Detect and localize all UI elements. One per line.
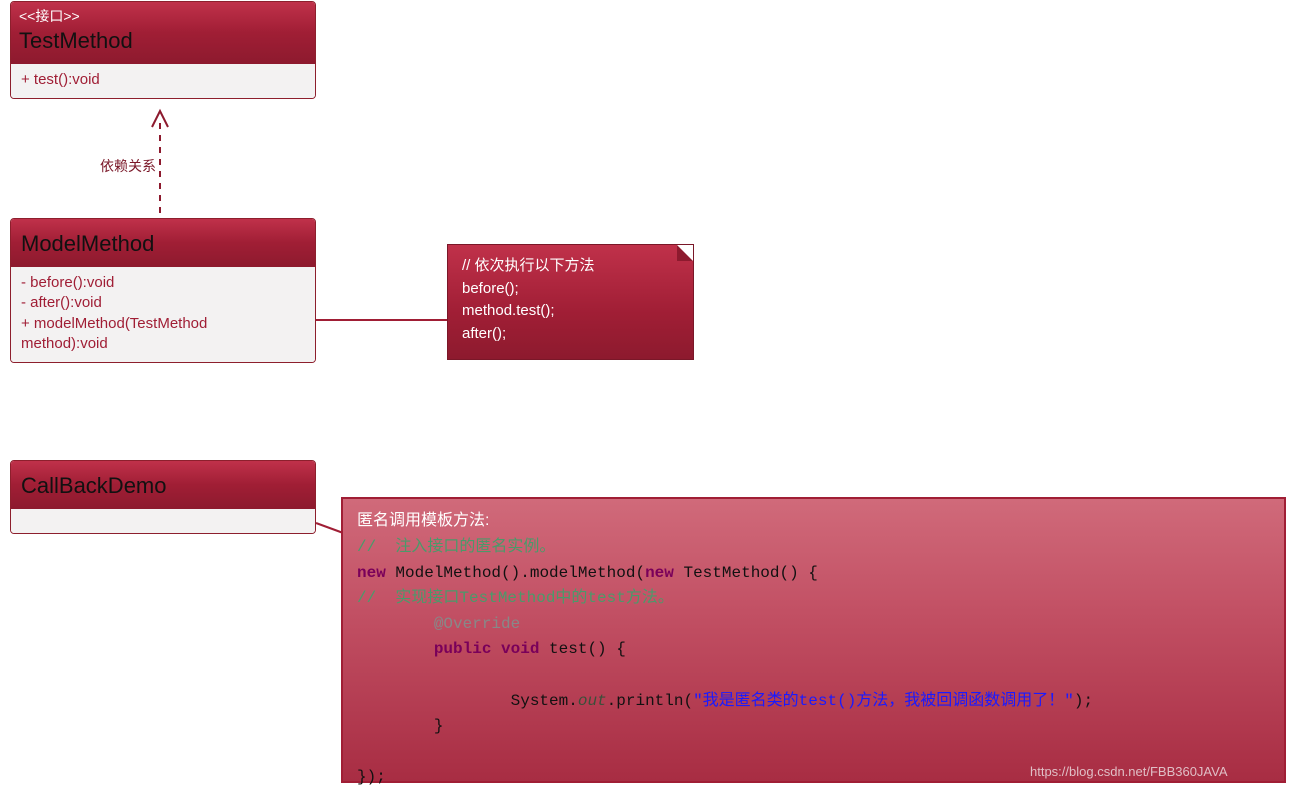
- code-text: }: [357, 717, 443, 735]
- note-line: // 依次执行以下方法: [462, 255, 679, 278]
- code-field: out: [578, 692, 607, 710]
- method-item: + modelMethod(TestMethod method):void: [21, 314, 261, 355]
- code-block: // 注入接口的匿名实例。 new ModelMethod().modelMet…: [357, 535, 1270, 791]
- uml-header: ModelMethod: [11, 219, 315, 267]
- class-title: ModelMethod: [21, 229, 305, 257]
- code-blank: [357, 743, 367, 761]
- code-comment: // 注入接口的匿名实例。: [357, 538, 555, 556]
- code-text: System.: [357, 692, 578, 710]
- uml-class-callbackdemo: CallBackDemo: [10, 460, 316, 534]
- code-text: ModelMethod().modelMethod(: [386, 564, 645, 582]
- code-text: test() {: [539, 640, 625, 658]
- code-keyword: new: [645, 564, 674, 582]
- method-item: + test():void: [21, 70, 305, 90]
- code-string: "我是匿名类的test()方法，我被回调函数调用了！": [693, 692, 1074, 710]
- code-keyword: new: [357, 564, 386, 582]
- code-text: });: [357, 768, 386, 786]
- code-comment: // 实现接口TestMethod中的test方法。: [357, 589, 674, 607]
- watermark: https://blog.csdn.net/FBB360JAVA: [1030, 764, 1228, 779]
- method-list: + test():void: [11, 64, 315, 98]
- uml-header: CallBackDemo: [11, 461, 315, 509]
- uml-header: <<接口>> TestMethod: [11, 2, 315, 64]
- code-blank: [357, 666, 367, 684]
- code-text: .println(: [607, 692, 693, 710]
- note-connector: [316, 315, 451, 325]
- code-keyword: public void: [357, 640, 539, 658]
- stereotype-label: <<接口>>: [19, 6, 307, 26]
- note-line: before();: [462, 278, 679, 301]
- note-line: method.test();: [462, 300, 679, 323]
- method-list: - before():void - after():void + modelMe…: [11, 267, 315, 362]
- note-sequence: // 依次执行以下方法 before(); method.test(); aft…: [447, 244, 694, 360]
- code-text: TestMethod() {: [674, 564, 818, 582]
- method-item: - before():void: [21, 273, 305, 293]
- code-text: );: [1074, 692, 1093, 710]
- class-title: TestMethod: [19, 26, 307, 54]
- note-code-anonymous: 匿名调用模板方法: // 注入接口的匿名实例。 new ModelMethod(…: [341, 497, 1286, 783]
- note-line: after();: [462, 323, 679, 346]
- class-title: CallBackDemo: [21, 471, 305, 499]
- note-title: 匿名调用模板方法:: [357, 509, 1270, 533]
- code-annotation: @Override: [357, 615, 520, 633]
- relation-label: 依赖关系: [100, 156, 156, 176]
- method-item: - after():void: [21, 293, 305, 313]
- method-list: [11, 509, 315, 533]
- uml-interface-testmethod: <<接口>> TestMethod + test():void: [10, 1, 316, 99]
- uml-class-modelmethod: ModelMethod - before():void - after():vo…: [10, 218, 316, 363]
